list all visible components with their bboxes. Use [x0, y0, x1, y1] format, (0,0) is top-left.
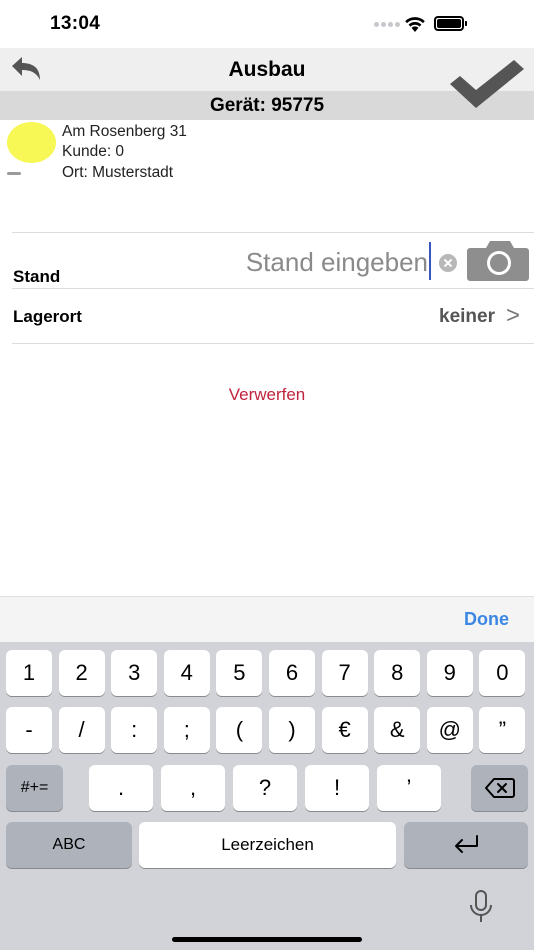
lagerort-value: keiner [439, 306, 495, 327]
battery-icon [434, 16, 467, 31]
clear-icon[interactable] [439, 254, 457, 272]
key[interactable]: 9 [426, 650, 473, 696]
key[interactable]: 4 [163, 650, 210, 696]
status-bar: 13:04 [0, 0, 534, 48]
done-button[interactable]: Done [464, 609, 509, 630]
minus-icon [7, 172, 21, 175]
key[interactable]: 5 [216, 650, 263, 696]
backspace-icon [484, 778, 515, 798]
keyboard-toolbar: Done [0, 596, 534, 642]
stand-input[interactable] [190, 243, 430, 281]
chevron-right-icon: > [506, 302, 521, 329]
customer-city: Ort: Musterstadt [62, 164, 174, 181]
customer-street: Am Rosenberg 31 [62, 123, 187, 140]
checkmark-icon[interactable] [446, 56, 528, 112]
key[interactable]: ) [269, 707, 315, 753]
key[interactable]: ” [479, 707, 526, 753]
stand-label: Stand [13, 267, 61, 286]
key[interactable]: - [6, 707, 52, 753]
customer-info: Am Rosenberg 31 Kunde: 0 Ort: Musterstad… [0, 120, 534, 232]
key[interactable]: 1 [6, 650, 52, 696]
key[interactable]: 6 [269, 650, 315, 696]
key[interactable]: 8 [374, 650, 421, 696]
key[interactable]: . [89, 765, 153, 811]
symbols-key[interactable]: #+= [6, 765, 63, 811]
key[interactable]: 2 [58, 650, 105, 696]
divider [12, 288, 534, 289]
key[interactable]: : [111, 707, 158, 753]
key[interactable]: ’ [377, 765, 441, 811]
discard-button[interactable]: Verwerfen [0, 385, 534, 405]
key[interactable]: & [374, 707, 421, 753]
key[interactable]: ( [216, 707, 263, 753]
camera-icon[interactable] [466, 240, 530, 282]
return-key[interactable] [404, 822, 528, 868]
key[interactable]: ! [305, 765, 369, 811]
return-icon [455, 835, 478, 853]
key[interactable]: , [161, 765, 225, 811]
text-cursor [429, 242, 431, 280]
signal-icon [374, 22, 402, 28]
home-indicator [172, 937, 362, 942]
divider [12, 343, 534, 344]
key[interactable]: ? [233, 765, 297, 811]
status-indicator [7, 122, 56, 163]
divider [12, 232, 534, 233]
key[interactable]: € [321, 707, 368, 753]
lagerort-label: Lagerort [13, 307, 82, 326]
status-time: 13:04 [50, 13, 101, 34]
device-label: Gerät: 95775 [209, 95, 325, 116]
backspace-key[interactable] [471, 765, 528, 811]
customer-number: Kunde: 0 [62, 143, 125, 160]
microphone-icon[interactable] [468, 890, 494, 924]
wifi-icon [405, 17, 425, 32]
key[interactable]: ; [163, 707, 210, 753]
abc-key[interactable]: ABC [6, 822, 132, 868]
space-key[interactable]: Leerzeichen [139, 822, 396, 868]
key[interactable]: @ [426, 707, 473, 753]
key[interactable]: 3 [111, 650, 158, 696]
key[interactable]: 0 [479, 650, 526, 696]
key[interactable]: 7 [321, 650, 368, 696]
key[interactable]: / [58, 707, 105, 753]
